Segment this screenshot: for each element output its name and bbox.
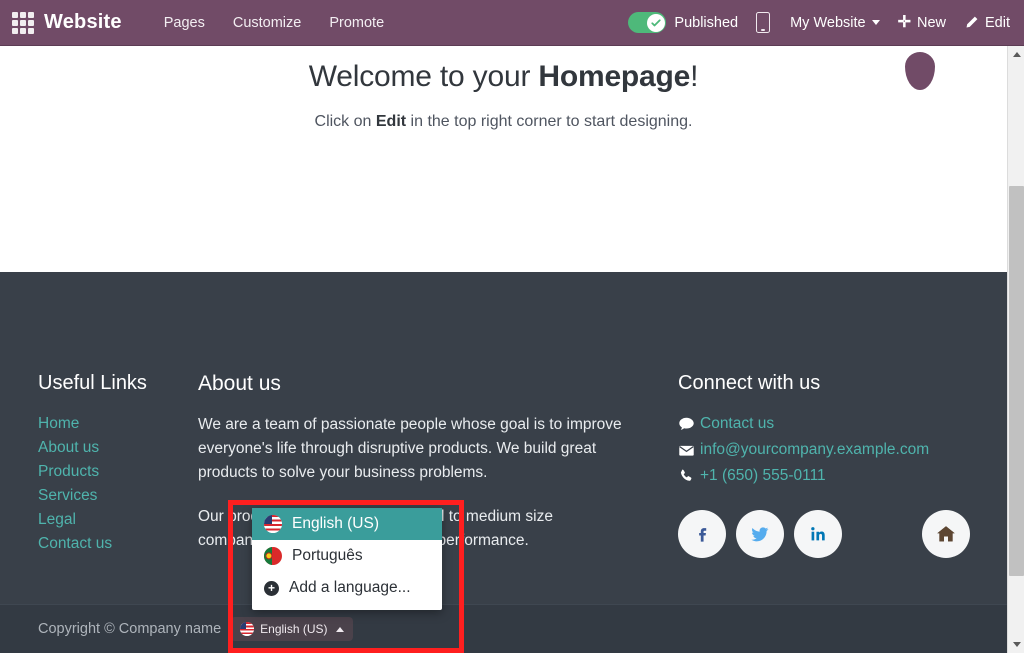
- phone-icon: [678, 468, 700, 484]
- grid-cell: [20, 27, 26, 34]
- about-paragraph-1: We are a team of passionate people whose…: [198, 416, 622, 481]
- grid-cell: [20, 19, 26, 26]
- scrollbar-thumb[interactable]: [1009, 186, 1024, 576]
- phone-link[interactable]: +1 (650) 555-0111: [700, 464, 826, 488]
- useful-links-title: Useful Links: [38, 372, 147, 394]
- scrollbar-up-button[interactable]: [1008, 46, 1024, 63]
- envelope-icon: [678, 442, 700, 459]
- site-selector-dropdown[interactable]: My Website: [790, 14, 880, 31]
- triangle-up-icon: [1012, 52, 1021, 57]
- menu-item-customize[interactable]: Customize: [219, 9, 316, 37]
- chevron-up-icon: [335, 626, 344, 632]
- chevron-down-icon: [871, 20, 880, 25]
- menu-item-pages[interactable]: Pages: [150, 9, 219, 37]
- language-selector-label: English (US): [260, 622, 328, 636]
- footer-link-legal[interactable]: Legal: [38, 508, 198, 532]
- flag-emblem: [265, 552, 273, 560]
- subtitle-prefix: Click on: [314, 112, 376, 130]
- grid-cell: [12, 11, 18, 18]
- grid-cell: [28, 19, 34, 26]
- dropdown-item-english-us[interactable]: English (US): [252, 508, 442, 540]
- dropdown-item-portugues[interactable]: Português: [252, 540, 442, 572]
- flag-us-icon: [264, 515, 282, 533]
- menu-item-promote[interactable]: Promote: [315, 9, 398, 37]
- apps-grid-icon[interactable]: [12, 11, 34, 34]
- footer-link-home[interactable]: Home: [38, 412, 198, 436]
- scrollbar-down-button[interactable]: [1008, 636, 1024, 653]
- language-selector-button[interactable]: English (US): [231, 617, 353, 641]
- dropdown-item-label: Português: [292, 547, 363, 564]
- linkedin-icon[interactable]: [794, 510, 842, 558]
- language-dropdown-menu: English (US) Português + Add a language.…: [252, 508, 442, 610]
- plus-circle-icon: +: [264, 580, 279, 596]
- social-buttons: [678, 510, 1007, 558]
- connect-title: Connect with us: [678, 372, 821, 394]
- edit-button-label: Edit: [985, 14, 1010, 31]
- grid-cell: [12, 27, 18, 34]
- copyright-bar: Copyright © Company name English (US): [0, 604, 1007, 653]
- topbar-right-group: Published My Website ✛ New Edit: [628, 0, 1024, 45]
- check-icon: [651, 18, 661, 26]
- grid-cell: [20, 11, 26, 18]
- footer-link-contact-us[interactable]: Contact us: [38, 532, 198, 556]
- comment-icon: [678, 416, 700, 433]
- flag-pt-icon: [264, 547, 282, 565]
- flag-canton: [264, 515, 272, 524]
- page-title-suffix: !: [690, 60, 699, 93]
- about-title: About us: [198, 372, 281, 395]
- footer-column-useful-links: Useful Links Home About us Products Serv…: [38, 372, 198, 558]
- vertical-scrollbar[interactable]: [1007, 46, 1024, 653]
- footer-column-connect: Connect with us Contact us info@yourcomp…: [678, 372, 1007, 558]
- plus-icon: ✛: [897, 13, 911, 31]
- toggle-knob: [646, 13, 665, 32]
- footer-link-services[interactable]: Services: [38, 484, 198, 508]
- browser-screen: Website Pages Customize Promote Publishe…: [0, 0, 1024, 653]
- footer-link-products[interactable]: Products: [38, 460, 198, 484]
- mobile-phone-icon: [756, 12, 771, 33]
- footer-link-about-us[interactable]: About us: [38, 436, 198, 460]
- new-button-label: New: [916, 14, 946, 31]
- facebook-icon[interactable]: [678, 510, 726, 558]
- email-link[interactable]: info@yourcompany.example.com: [700, 438, 929, 462]
- page-title-prefix: Welcome to your: [308, 60, 539, 93]
- contact-row-email[interactable]: info@yourcompany.example.com: [678, 438, 1007, 462]
- odoo-top-navbar: Website Pages Customize Promote Publishe…: [0, 0, 1024, 46]
- page-title: Welcome to your Homepage!: [0, 58, 1007, 96]
- published-status-label: Published: [674, 14, 739, 31]
- site-selector-label: My Website: [790, 14, 866, 31]
- pencil-icon: [964, 15, 979, 30]
- page-title-strong: Homepage: [538, 60, 691, 93]
- website-page-content: Welcome to your Homepage! Click on Edit …: [0, 46, 1007, 653]
- dropdown-item-label: Add a language...: [289, 579, 411, 596]
- mobile-preview-button[interactable]: [756, 12, 790, 33]
- subtitle-suffix: in the top right corner to start designi…: [406, 112, 693, 130]
- contact-row-phone[interactable]: +1 (650) 555-0111: [678, 464, 1007, 488]
- footer-columns: Useful Links Home About us Products Serv…: [0, 272, 1007, 558]
- twitter-icon[interactable]: [736, 510, 784, 558]
- contact-us-link[interactable]: Contact us: [700, 412, 774, 436]
- contact-row-contact-us[interactable]: Contact us: [678, 412, 1007, 436]
- dropdown-item-label: English (US): [292, 515, 379, 532]
- flag-us-icon: [240, 622, 255, 636]
- triangle-down-icon: [1012, 642, 1021, 647]
- home-icon[interactable]: [922, 510, 970, 558]
- page-subtitle: Click on Edit in the top right corner to…: [0, 113, 1007, 131]
- app-brand-website[interactable]: Website: [44, 11, 122, 34]
- edit-button[interactable]: Edit: [964, 15, 1010, 31]
- grid-cell: [28, 27, 34, 34]
- publish-toggle[interactable]: [628, 12, 667, 33]
- grid-cell: [28, 11, 34, 18]
- copyright-text: Copyright © Company name: [38, 621, 222, 637]
- site-footer: Useful Links Home About us Products Serv…: [0, 272, 1007, 653]
- dropdown-item-add-a-language[interactable]: + Add a language...: [252, 572, 442, 604]
- hero-section: Welcome to your Homepage! Click on Edit …: [0, 46, 1007, 272]
- grid-cell: [12, 19, 18, 26]
- flag-canton: [240, 622, 247, 629]
- new-button[interactable]: ✛ New: [897, 13, 946, 31]
- subtitle-strong: Edit: [375, 112, 407, 130]
